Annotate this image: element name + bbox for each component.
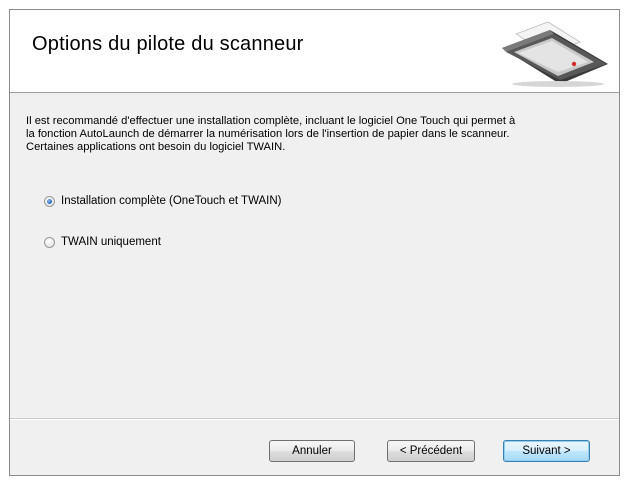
radio-button[interactable]: [44, 236, 55, 248]
description-text: Il est recommandé d'effectuer une instal…: [26, 115, 606, 154]
dialog-header: Options du pilote du scanneur: [10, 10, 619, 93]
description-line: Certaines applications ont besoin du log…: [26, 141, 286, 153]
description-line: la fonction AutoLaunch de démarrer la nu…: [26, 128, 510, 140]
description-line: Il est recommandé d'effectuer une instal…: [26, 115, 516, 127]
twain-only-option[interactable]: TWAIN uniquement: [44, 236, 161, 248]
full-install-label[interactable]: Installation complète (OneTouch et TWAIN…: [61, 195, 282, 207]
twain-only-label[interactable]: TWAIN uniquement: [61, 236, 161, 248]
dialog-content: Il est recommandé d'effectuer une instal…: [10, 93, 619, 417]
radio-button-selected[interactable]: [44, 195, 55, 207]
footer-divider: [10, 418, 619, 420]
page-title: Options du pilote du scanneur: [32, 33, 304, 55]
cancel-button[interactable]: Annuler: [269, 440, 355, 462]
back-button[interactable]: < Précédent: [387, 440, 475, 462]
next-button[interactable]: Suivant >: [503, 440, 590, 462]
full-install-option[interactable]: Installation complète (OneTouch et TWAIN…: [44, 195, 282, 207]
scanner-icon: [502, 21, 608, 87]
installer-dialog: Options du pilote du scanneur Il est rec…: [9, 9, 620, 476]
